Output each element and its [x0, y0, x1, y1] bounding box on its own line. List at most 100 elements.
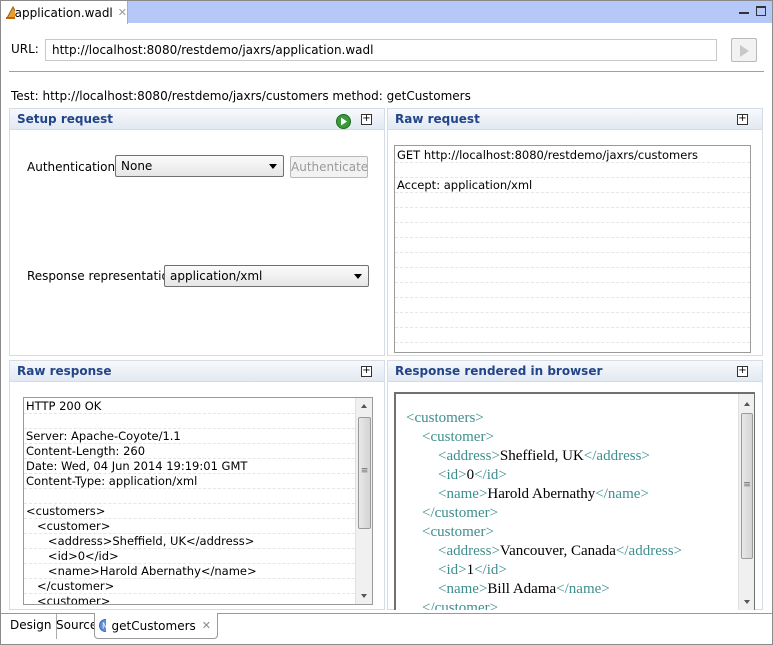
chevron-down-icon [354, 274, 362, 279]
xml-close-tag: </id> [474, 562, 507, 578]
expand-icon[interactable]: + [361, 366, 372, 377]
xml-text: Vancouver, Canada [499, 543, 616, 559]
expand-icon[interactable]: + [737, 366, 748, 377]
xml-text: Bill Adama [487, 581, 557, 597]
text-line: <customer> [24, 594, 355, 604]
text-line [24, 489, 355, 504]
tab-label: getCustomers [111, 618, 196, 633]
text-line: <address>Sheffield, UK</address> [24, 534, 355, 549]
url-input[interactable]: http://localhost:8080/restdemo/jaxrs/app… [45, 39, 717, 61]
maximize-icon[interactable] [756, 6, 766, 16]
test-line: Test: http://localhost:8080/restdemo/jax… [11, 89, 471, 103]
repr-label: Response representation: [27, 269, 181, 283]
raw-request-text[interactable]: GET http://localhost:8080/restdemo/jaxrs… [394, 145, 751, 353]
text-line [395, 268, 750, 283]
separator [9, 71, 764, 72]
text-line: <name>Harold Abernathy</name> [24, 564, 355, 579]
panel-title: Setup request [10, 109, 384, 130]
bottom-tab-bar: Design Source M getCustomers ✕ [1, 613, 772, 644]
text-line [395, 253, 750, 268]
text-line: <customer> [24, 519, 355, 534]
setup-request-panel: Setup request + Authentication: None Aut… [9, 108, 385, 356]
scroll-down-icon[interactable] [361, 594, 367, 598]
text-line: </customer> [24, 579, 355, 594]
text-line [395, 328, 750, 343]
scroll-up-icon[interactable] [361, 404, 367, 408]
text-line [395, 313, 750, 328]
editor-tab-title: application.wadl [14, 5, 113, 20]
text-line [395, 238, 750, 253]
xml-close-tag: </address> [583, 448, 650, 464]
repr-select-value: application/xml [170, 269, 263, 283]
scroll-up-icon[interactable] [744, 402, 750, 406]
xml-close-tag: </name> [595, 486, 649, 502]
text-line: <id>0</id> [24, 549, 355, 564]
xml-open-tag: <name> [438, 581, 488, 597]
panel-title: Raw response [10, 361, 384, 382]
scroll-down-icon[interactable] [744, 600, 750, 604]
play-icon [740, 45, 749, 57]
text-line: Server: Apache-Coyote/1.1 [24, 429, 355, 444]
xml-line: <customer> [406, 428, 754, 447]
chevron-down-icon [269, 164, 277, 169]
xml-text: 0 [466, 467, 475, 483]
text-line [395, 343, 750, 352]
editor-tab-bar: application.wadl ✕ [1, 1, 772, 24]
raw-response-text[interactable]: HTTP 200 OK Server: Apache-Coyote/1.1 Cont… [23, 397, 373, 605]
panel-title: Raw request [388, 109, 762, 130]
url-label: URL: [11, 42, 39, 56]
xml-line: <address>Sheffield, UK</address> [406, 447, 754, 466]
xml-line: <customers> [406, 409, 754, 428]
xml-line: <name>Harold Abernathy</name> [406, 485, 754, 504]
xml-open-tag: <customers> [406, 410, 484, 426]
browser-view[interactable]: <customers> <customer> <address>Sheffield,… [394, 392, 755, 610]
text-line [395, 193, 750, 208]
text-line: Accept: application/xml [395, 178, 750, 193]
xml-close-tag: </name> [556, 581, 610, 597]
text-line: <customers> [24, 504, 355, 519]
raw-response-panel: Raw response + HTTP 200 OK Server: Apache… [9, 360, 385, 610]
scroll-thumb[interactable]: ≡ [741, 413, 753, 559]
run-button[interactable] [731, 38, 757, 62]
xml-line: <address>Vancouver, Canada</address> [406, 542, 754, 561]
xml-line: <name>Bill Adama</name> [406, 580, 754, 599]
raw-request-panel: Raw request + GET http://localhost:8080/… [387, 108, 763, 356]
vertical-scrollbar[interactable]: ≡ [738, 394, 754, 610]
scroll-thumb[interactable]: ≡ [358, 417, 371, 529]
text-line: Date: Wed, 04 Jun 2014 19:19:01 GMT [24, 459, 355, 474]
close-icon[interactable]: ✕ [118, 6, 127, 19]
xml-close-tag: </address> [615, 543, 682, 559]
run-request-icon[interactable] [336, 114, 351, 129]
text-line [395, 208, 750, 223]
xml-close-tag: </id> [474, 467, 507, 483]
svg-text:M: M [102, 622, 105, 631]
expand-icon[interactable]: + [361, 114, 372, 125]
tab-getcustomers[interactable]: M getCustomers ✕ [94, 613, 218, 639]
tab-design[interactable]: Design [5, 614, 58, 639]
vertical-scrollbar[interactable]: ≡ [355, 398, 372, 604]
text-line [24, 414, 355, 429]
editor-tab[interactable]: application.wadl ✕ [1, 1, 128, 24]
xml-open-tag: <address> [438, 543, 500, 559]
text-line [395, 283, 750, 298]
text-line: HTTP 200 OK [24, 399, 355, 414]
xml-line: </customer> [406, 599, 754, 610]
auth-select-value: None [121, 159, 153, 173]
minimize-icon[interactable] [739, 6, 749, 16]
expand-icon[interactable]: + [737, 114, 748, 125]
close-icon[interactable]: ✕ [202, 619, 211, 632]
auth-select[interactable]: None [115, 155, 284, 177]
authenticate-button[interactable]: Authenticate [290, 156, 368, 178]
xml-text: Harold Abernathy [487, 486, 596, 502]
text-line: Content-Type: application/xml [24, 474, 355, 489]
xml-open-tag: <name> [438, 486, 488, 502]
xml-open-tag: </customer> [422, 505, 499, 521]
xml-line: <customer> [406, 523, 754, 542]
text-line: Content-Length: 260 [24, 444, 355, 459]
wadl-file-icon [6, 5, 15, 19]
panel-title: Response rendered in browser [388, 361, 762, 382]
text-line [395, 223, 750, 238]
response-representation-select[interactable]: application/xml [164, 265, 369, 287]
auth-label: Authentication: [27, 160, 120, 174]
text-line: GET http://localhost:8080/restdemo/jaxrs… [395, 148, 750, 163]
